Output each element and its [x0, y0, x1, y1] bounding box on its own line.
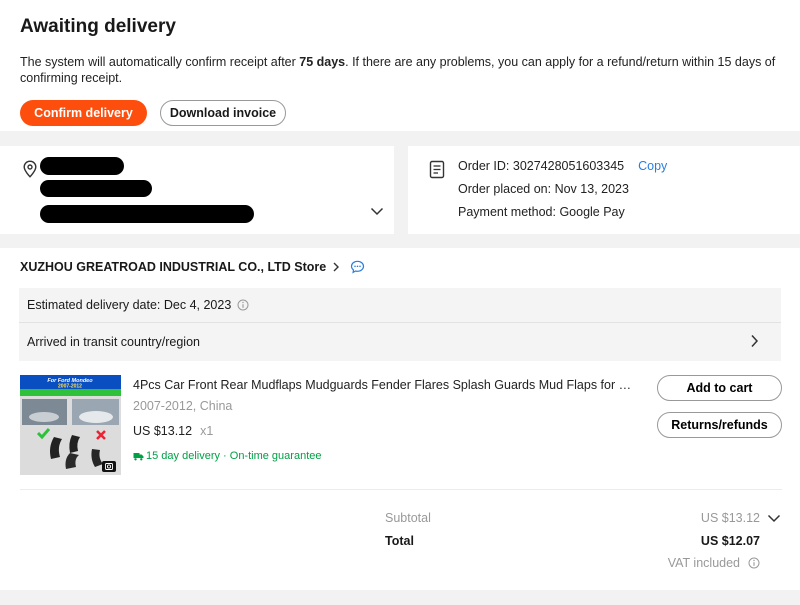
order-status-card: Awaiting delivery The system will automa…: [0, 0, 800, 131]
info-icon[interactable]: [748, 557, 760, 569]
product-image: For Ford Mondeo 2007-2012: [20, 375, 121, 475]
download-invoice-button[interactable]: Download invoice: [160, 100, 286, 126]
redacted-phone: [40, 180, 152, 197]
product-title-link[interactable]: 4Pcs Car Front Rear Mudflaps Mudguards F…: [133, 378, 633, 392]
store-link[interactable]: XUZHOU GREATROAD INDUSTRIAL CO., LTD Sto…: [20, 260, 365, 274]
subtotal-value: US $13.12: [700, 511, 760, 525]
delivery-guarantee: 15 day delivery · On-time guarantee: [133, 450, 321, 462]
redacted-name: [40, 157, 124, 175]
product-price: US $13.12: [133, 424, 193, 438]
redacted-address: [40, 205, 254, 223]
chevron-right-icon[interactable]: [750, 334, 759, 348]
vat-label: VAT included: [667, 556, 740, 570]
status-description: The system will automatically confirm re…: [20, 54, 780, 86]
returns-refunds-button[interactable]: Returns/refunds: [657, 412, 782, 438]
estimated-delivery-date: Estimated delivery date: Dec 4, 2023: [27, 298, 232, 312]
status-desc-prefix: The system will automatically confirm re…: [20, 55, 300, 69]
total-label: Total: [385, 534, 414, 548]
page-title: Awaiting delivery: [20, 16, 176, 37]
order-date: Order placed on: Nov 13, 2023: [458, 182, 629, 196]
order-id-row: Order ID: 3027428051603345 Copy: [458, 158, 800, 181]
delivery-status-box: Estimated delivery date: Dec 4, 2023 Arr…: [19, 288, 781, 361]
estimated-delivery-row: Estimated delivery date: Dec 4, 2023: [27, 298, 249, 312]
chat-icon[interactable]: [350, 260, 365, 274]
chevron-down-icon[interactable]: [767, 514, 781, 523]
total-value: US $12.07: [700, 534, 760, 548]
divider: [20, 489, 782, 490]
chevron-right-icon: [333, 262, 340, 272]
truck-icon: [133, 452, 144, 460]
add-to-cart-button[interactable]: Add to cart: [657, 375, 782, 401]
status-desc-days: 75 days: [299, 55, 346, 69]
delivery-guarantee-text: 15 day delivery · On-time guarantee: [146, 450, 322, 462]
expand-address-chevron-icon[interactable]: [370, 206, 384, 216]
subtotal-label: Subtotal: [385, 511, 431, 525]
product-thumbnail[interactable]: For Ford Mondeo 2007-2012: [20, 375, 121, 475]
tracking-status[interactable]: Arrived in transit country/region: [27, 335, 200, 349]
order-items-card: XUZHOU GREATROAD INDUSTRIAL CO., LTD Sto…: [0, 248, 800, 590]
confirm-delivery-button[interactable]: Confirm delivery: [20, 100, 147, 126]
store-name: XUZHOU GREATROAD INDUSTRIAL CO., LTD Sto…: [20, 260, 327, 274]
order-id: Order ID: 3027428051603345: [458, 159, 625, 173]
copy-order-id-link[interactable]: Copy: [638, 159, 667, 173]
product-price-row: US $13.12 x1: [133, 424, 213, 438]
divider: [19, 322, 781, 323]
order-info-card: Order ID: 3027428051603345 Copy Order pla…: [408, 146, 800, 234]
payment-method: Payment method: Google Pay: [458, 205, 625, 219]
product-variant: 2007-2012, China: [133, 399, 233, 413]
document-icon: [429, 160, 445, 179]
thumb-years: 2007-2012: [58, 384, 82, 390]
info-icon[interactable]: [237, 299, 249, 311]
product-quantity: x1: [200, 424, 214, 438]
location-pin-icon: [23, 160, 37, 178]
